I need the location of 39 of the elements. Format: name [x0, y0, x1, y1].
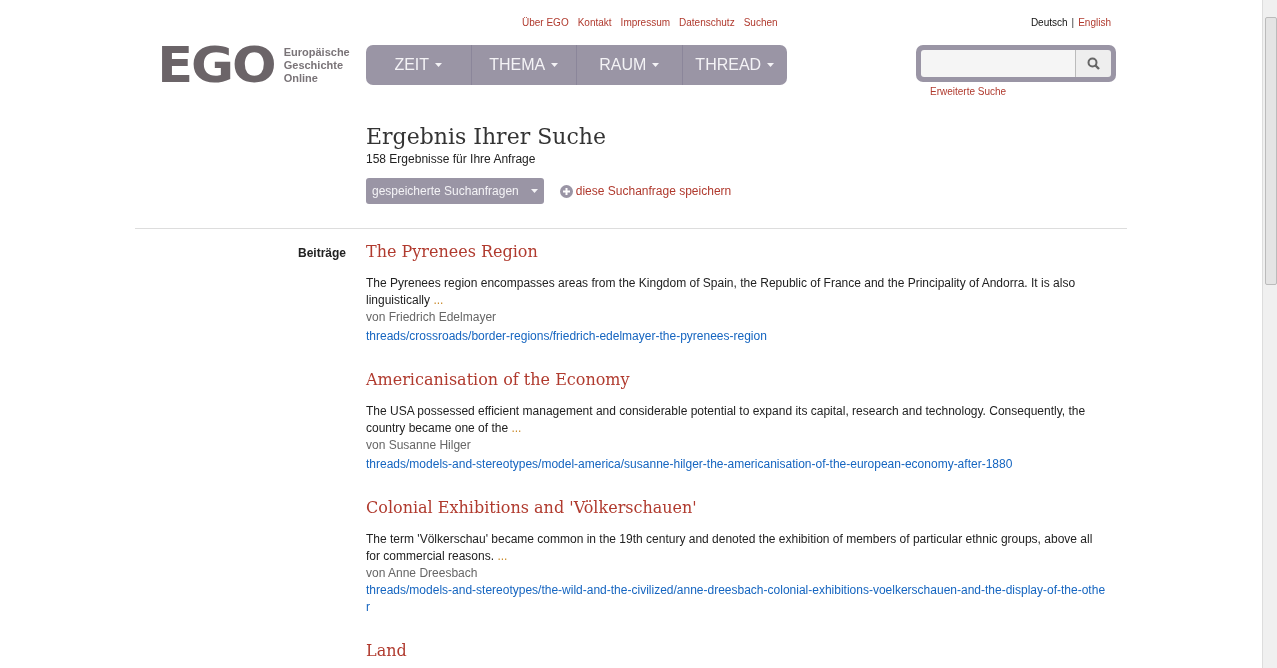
caret-icon [767, 63, 775, 67]
caret-icon [551, 63, 559, 67]
advanced-search-link[interactable]: Erweiterte Suche [930, 86, 1116, 97]
scrollbar-thumb[interactable] [1265, 17, 1277, 285]
result-path-link[interactable]: threads/models-and-stereotypes/model-america/susanne-hilger-the-americanisation-of-the-european-economy-after-1880 [366, 456, 1013, 473]
top-link[interactable]: Impressum [620, 17, 671, 28]
result-snippet: The term 'Völkerschau' became common in the 19th century and denoted the exhibition of members of particular ethnic groups, above all for commercial reasons. ... [366, 531, 1094, 565]
result-author: von Anne Dreesbach [366, 565, 479, 582]
search-icon [1087, 57, 1100, 70]
top-link[interactable]: Kontakt [577, 17, 612, 28]
result-count: 158 Ergebnisse für Ihre Anfrage [366, 152, 537, 166]
logo-subtitle: Europäische Geschichte Online [283, 45, 350, 85]
result-title[interactable]: Americanisation of the Economy [366, 370, 630, 390]
logo: EGO [157, 45, 275, 85]
caret-icon [530, 189, 538, 193]
result-path-link[interactable]: threads/models-and-stereotypes/the-wild-and-the-civilized/anne-dreesbach-colonial-exhibitions-voelkerschauen-and-the-display-of-the-other [366, 582, 1109, 616]
result-author: von Susanne Hilger [366, 437, 472, 454]
save-search-link[interactable]: diese Suchanfrage speichern [559, 184, 732, 198]
language-link[interactable]: English [1078, 17, 1111, 28]
result-title[interactable]: Land [366, 641, 407, 661]
scrollbar[interactable] [1262, 0, 1277, 668]
result-author: von Friedrich Edelmayer [366, 309, 498, 326]
result-title[interactable]: The Pyrenees Region [366, 242, 538, 262]
result-snippet: The USA possessed efficient management and considerable potential to expand its capital, research and technology. Consequently, the country became one of the ... [366, 403, 1087, 437]
page-heading: Ergebnis Ihrer Suche [366, 123, 607, 151]
result-snippet: The Pyrenees region encompasses areas from the Kingdom of Spain, the Republic of France and the Principality of Andorra. It is also linguistically ... [366, 275, 1077, 309]
result-title[interactable]: Colonial Exhibitions and 'Völkerschauen' [366, 498, 697, 518]
language-link[interactable]: Deutsch [1030, 17, 1068, 28]
caret-icon [435, 63, 443, 67]
search-field[interactable] [921, 50, 1075, 77]
section-label: Beiträge [296, 245, 346, 262]
top-link[interactable]: Datenschutz [679, 17, 735, 28]
top-link[interactable]: Suchen [743, 17, 778, 28]
caret-icon [652, 63, 660, 67]
top-link[interactable]: Über EGO [522, 17, 569, 28]
plus-icon [559, 184, 573, 198]
search-button[interactable] [1075, 50, 1111, 77]
separator: | [1071, 17, 1075, 28]
result-path-link[interactable]: threads/crossroads/border-regions/friedrich-edelmayer-the-pyrenees-region [366, 328, 767, 345]
